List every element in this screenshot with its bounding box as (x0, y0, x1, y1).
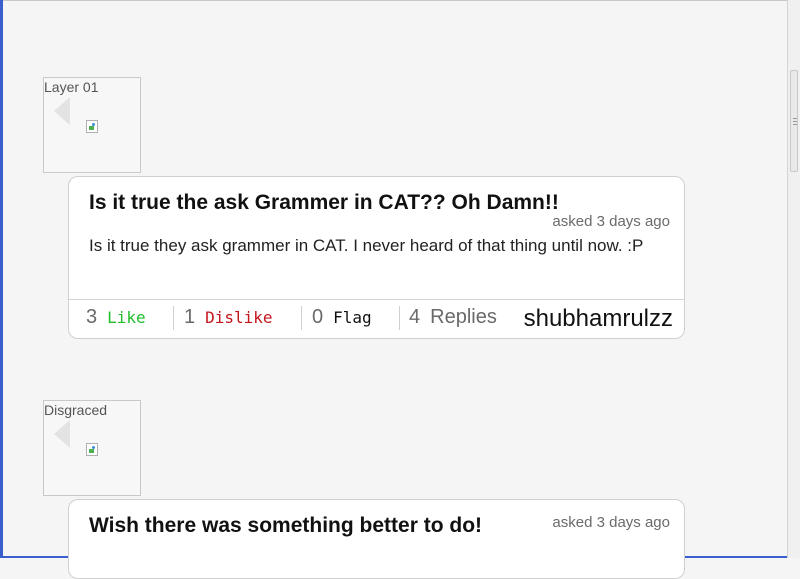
asked-timestamp: asked 3 days ago (552, 514, 670, 531)
broken-image-icon (86, 443, 98, 456)
like-stat: 3 Like (86, 300, 146, 338)
chevron-left-icon (54, 97, 70, 125)
window-left-border (0, 0, 3, 558)
grip-line (793, 124, 797, 125)
author-name[interactable]: shubhamrulzz (524, 300, 673, 338)
divider (173, 306, 174, 330)
vertical-scrollbar[interactable] (787, 0, 800, 558)
grip-line (793, 118, 797, 119)
divider (301, 306, 302, 330)
flag-count: 0 (312, 306, 324, 328)
broken-image-icon (86, 120, 98, 133)
avatar-alt-text: Layer 01 (44, 79, 99, 95)
grip-line (793, 121, 797, 122)
question-card: Wish there was something better to do! a… (68, 499, 685, 579)
replies-count: 4 (409, 306, 421, 328)
question-title[interactable]: Is it true the ask Grammer in CAT?? Oh D… (89, 191, 559, 215)
dislike-button[interactable]: Dislike (205, 308, 272, 327)
replies-stat[interactable]: 4 Replies (409, 300, 497, 338)
question-card: Is it true the ask Grammer in CAT?? Oh D… (68, 176, 685, 339)
dislike-count: 1 (184, 306, 196, 328)
divider (399, 306, 400, 330)
flag-button[interactable]: Flag (333, 308, 372, 327)
user-avatar[interactable]: Layer 01 (43, 77, 141, 173)
asked-timestamp: asked 3 days ago (552, 213, 670, 230)
like-button[interactable]: Like (107, 308, 146, 327)
like-count: 3 (86, 306, 98, 328)
dislike-stat: 1 Dislike (184, 300, 273, 338)
question-body: Is it true they ask grammer in CAT. I ne… (89, 236, 644, 255)
user-avatar[interactable]: Disgraced (43, 400, 141, 496)
question-actions-bar: 3 Like 1 Dislike 0 Flag 4 Replies shubhamrul… (69, 299, 684, 338)
avatar-alt-text: Disgraced (44, 402, 108, 418)
flag-stat: 0 Flag (312, 300, 372, 338)
window-top-border (0, 0, 800, 1)
replies-link[interactable]: Replies (430, 306, 497, 328)
question-title[interactable]: Wish there was something better to do! (89, 514, 482, 538)
chevron-left-icon (54, 420, 70, 448)
scrollbar-thumb[interactable] (790, 70, 798, 172)
